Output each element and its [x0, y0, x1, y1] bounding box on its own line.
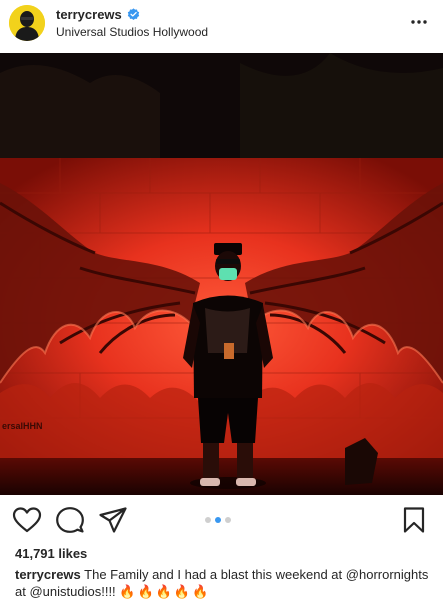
- avatar[interactable]: [9, 5, 45, 41]
- share-icon[interactable]: [98, 506, 128, 534]
- post-header: terrycrews Universal Studios Hollywood: [0, 0, 443, 48]
- action-bar: [0, 502, 443, 538]
- carousel-dot-active[interactable]: [215, 517, 221, 523]
- caption-username[interactable]: terrycrews: [15, 567, 81, 582]
- heart-icon[interactable]: [12, 506, 42, 534]
- caption-text: The Family and I had a blast this weeken…: [84, 567, 343, 582]
- mention-link[interactable]: @horrornights: [346, 567, 429, 582]
- comment-icon[interactable]: [55, 506, 85, 534]
- post-caption: terrycrews The Family and I had a blast …: [15, 566, 435, 600]
- carousel-dot[interactable]: [225, 517, 231, 523]
- username-row: terrycrews: [56, 7, 208, 22]
- avatar-silhouette-icon: [9, 5, 45, 41]
- carousel-indicator: [205, 517, 231, 523]
- caption-text: at: [15, 584, 26, 599]
- photo-watermark: ersalHHN: [2, 421, 43, 431]
- mention-link[interactable]: @unistudios: [29, 584, 101, 599]
- likes-count[interactable]: 41,791 likes: [15, 546, 87, 561]
- verified-badge-icon: [127, 8, 139, 20]
- fire-emoji: 🔥🔥🔥🔥🔥: [119, 584, 211, 599]
- user-block: terrycrews Universal Studios Hollywood: [56, 7, 208, 39]
- caption-text: !!!!: [101, 584, 116, 599]
- username[interactable]: terrycrews: [56, 7, 122, 22]
- bookmark-icon[interactable]: [400, 506, 428, 534]
- carousel-dot[interactable]: [205, 517, 211, 523]
- location-link[interactable]: Universal Studios Hollywood: [56, 25, 208, 39]
- more-options-icon[interactable]: [409, 12, 429, 32]
- post-photo[interactable]: ersalHHN: [0, 53, 443, 495]
- photo-scene: ersalHHN: [0, 53, 443, 495]
